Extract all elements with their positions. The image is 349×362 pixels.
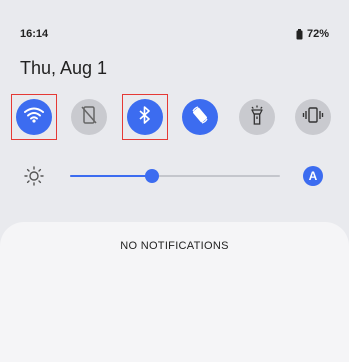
- notification-panel: NO NOTIFICATIONS: [0, 222, 349, 362]
- wifi-tile[interactable]: [11, 94, 57, 140]
- bluetooth-tile[interactable]: [122, 94, 168, 140]
- brightness-slider-fill: [70, 175, 152, 177]
- brightness-sun-icon: [24, 166, 44, 191]
- battery-percent: 72%: [306, 28, 329, 40]
- rotate-icon: [190, 105, 210, 130]
- auto-rotate-tile[interactable]: [178, 95, 222, 139]
- mobile-data-off-icon: [81, 105, 97, 129]
- battery-icon: [296, 28, 303, 40]
- status-time: 16:14: [20, 28, 49, 40]
- vibrate-tile[interactable]: [291, 95, 335, 139]
- brightness-slider[interactable]: [70, 169, 280, 183]
- vibrate-icon: [302, 106, 324, 128]
- date-label: Thu, Aug 1: [20, 58, 108, 78]
- wifi-icon: [24, 107, 44, 128]
- brightness-control: A: [0, 162, 349, 190]
- flashlight-tile[interactable]: [235, 95, 279, 139]
- status-bar: 16:14 72%: [0, 0, 349, 44]
- mobile-data-tile[interactable]: [67, 95, 111, 139]
- quick-settings-tiles: [0, 94, 349, 140]
- flashlight-icon: [250, 105, 264, 130]
- brightness-slider-thumb[interactable]: [144, 169, 159, 183]
- bluetooth-icon: [139, 105, 151, 129]
- auto-brightness-button[interactable]: A: [303, 166, 323, 186]
- battery-indicator: 72%: [296, 28, 329, 40]
- empty-notifications-label: NO NOTIFICATIONS: [120, 240, 229, 252]
